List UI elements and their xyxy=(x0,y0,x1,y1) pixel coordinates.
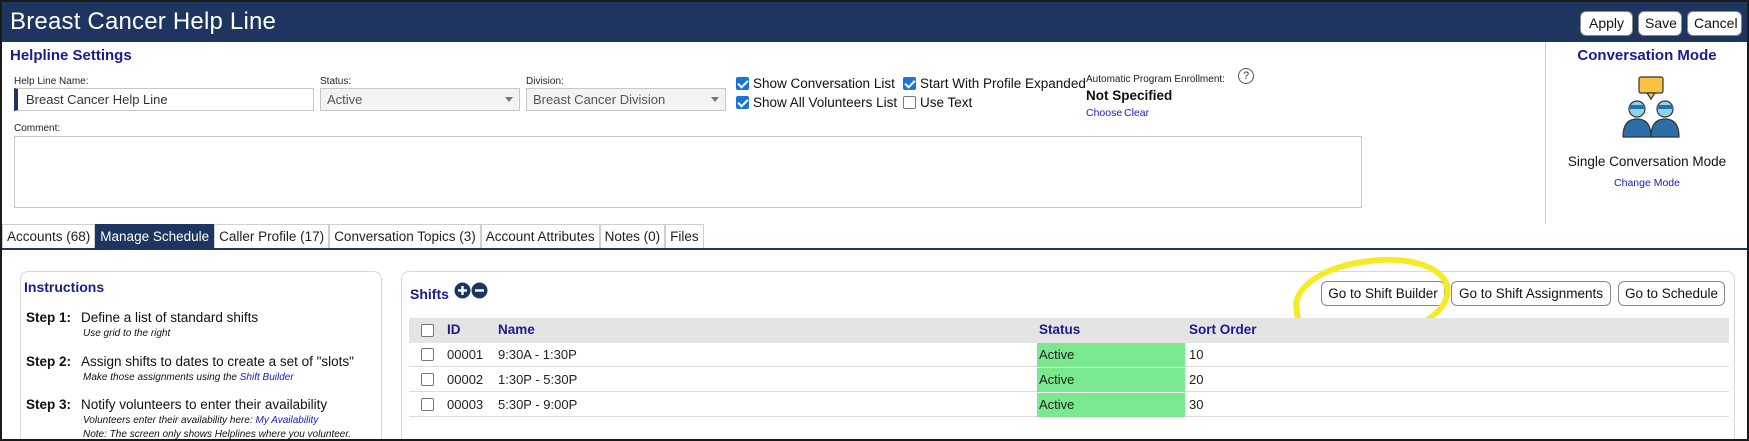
row-checkbox[interactable] xyxy=(421,373,434,386)
cell-name: 5:30P - 9:00P xyxy=(498,397,578,412)
tab-notes[interactable]: Notes (0) xyxy=(599,224,666,249)
cell-id: 00001 xyxy=(447,347,484,362)
step-1-sub: Use grid to the right xyxy=(83,328,171,339)
tab-manage-schedule[interactable]: Manage Schedule xyxy=(95,224,215,249)
cell-id: 00003 xyxy=(447,397,484,412)
cell-name: 9:30A - 1:30P xyxy=(498,347,577,362)
row-checkbox[interactable] xyxy=(421,348,434,361)
status-badge: Active xyxy=(1037,343,1185,367)
tab-files[interactable]: Files xyxy=(665,224,704,249)
my-availability-link[interactable]: My Availability xyxy=(256,415,319,426)
table-row[interactable]: 00003 5:30P - 9:00P Active 30 xyxy=(409,393,1729,417)
conversation-mode-panel: Conversation Mode Single Conversation Mo… xyxy=(1545,42,1747,224)
enrollment-value: Not Specified xyxy=(1086,88,1173,103)
checkbox-checked[interactable] xyxy=(736,96,749,109)
step-3-label: Step 3: xyxy=(26,397,72,412)
select-all-checkbox[interactable] xyxy=(421,324,434,337)
column-header-id[interactable]: ID xyxy=(447,322,461,337)
show-conversation-list-checkbox[interactable]: Show Conversation List xyxy=(736,76,895,91)
settings-title: Helpline Settings xyxy=(10,47,132,64)
enrollment-choose-link[interactable]: Choose xyxy=(1086,107,1122,119)
table-row[interactable]: 00002 1:30P - 5:30P Active 20 xyxy=(409,368,1729,392)
show-all-volunteers-list-checkbox[interactable]: Show All Volunteers List xyxy=(736,95,897,110)
use-text-checkbox[interactable]: Use Text xyxy=(903,95,972,110)
tab-bar: Accounts (68) Manage Schedule Caller Pro… xyxy=(2,224,704,249)
tab-divider xyxy=(2,248,1747,250)
help-line-name-label: Help Line Name: xyxy=(14,76,89,87)
start-with-profile-expanded-checkbox[interactable]: Start With Profile Expanded xyxy=(903,76,1086,91)
enrollment-label: Automatic Program Enrollment: xyxy=(1086,74,1225,85)
cell-sort-order: 30 xyxy=(1189,397,1204,412)
comment-label: Comment: xyxy=(14,123,61,134)
question-circle-icon[interactable]: ? xyxy=(1238,68,1254,84)
cell-status: Active xyxy=(1039,372,1075,387)
chevron-down-icon xyxy=(711,97,719,102)
tab-conversation-topics[interactable]: Conversation Topics (3) xyxy=(329,224,481,249)
comment-textarea[interactable] xyxy=(14,136,1362,208)
row-checkbox[interactable] xyxy=(421,398,434,411)
step-3-note: Note: The screen only shows Helplines wh… xyxy=(83,429,352,439)
window-title: Breast Cancer Help Line xyxy=(10,8,277,35)
step-3-sub: Volunteers enter their availability here… xyxy=(83,415,319,426)
step-2-sub: Make those assignments using the Shift B… xyxy=(83,372,294,383)
cancel-button[interactable]: Cancel xyxy=(1687,11,1742,36)
step-1-label: Step 1: xyxy=(26,310,72,325)
division-label: Division: xyxy=(526,76,564,87)
instructions-title: Instructions xyxy=(24,279,105,295)
enrollment-clear-link[interactable]: Clear xyxy=(1124,107,1149,119)
status-badge: Active xyxy=(1037,368,1185,392)
checkbox-checked[interactable] xyxy=(736,77,749,90)
save-button[interactable]: Save xyxy=(1638,11,1682,36)
cell-status: Active xyxy=(1039,397,1075,412)
step-2-text: Assign shifts to dates to create a set o… xyxy=(81,354,354,369)
column-header-name[interactable]: Name xyxy=(498,322,535,337)
step-1-text: Define a list of standard shifts xyxy=(81,310,259,325)
cell-id: 00002 xyxy=(447,372,484,387)
cell-status: Active xyxy=(1039,347,1075,362)
tab-account-attributes[interactable]: Account Attributes xyxy=(480,224,600,249)
checkbox-label: Show All Volunteers List xyxy=(753,95,898,110)
add-remove-shift-icons xyxy=(454,282,488,299)
checkbox-checked[interactable] xyxy=(903,77,916,90)
app-window: Breast Cancer Help Line Apply Save Cance… xyxy=(2,2,1747,439)
checkbox-label: Use Text xyxy=(920,95,973,110)
conversation-mode-text: Single Conversation Mode xyxy=(1567,154,1727,169)
step-2-label: Step 2: xyxy=(26,354,72,369)
shift-builder-link[interactable]: Shift Builder xyxy=(240,372,294,383)
checkbox-label: Show Conversation List xyxy=(753,76,895,91)
column-header-sort-order[interactable]: Sort Order xyxy=(1189,322,1257,337)
go-to-schedule-button[interactable]: Go to Schedule xyxy=(1618,281,1725,306)
cell-name: 1:30P - 5:30P xyxy=(498,372,578,387)
two-users-chat-icon xyxy=(1622,76,1680,138)
division-select[interactable]: Breast Cancer Division xyxy=(526,88,726,111)
plus-circle-icon[interactable] xyxy=(454,282,471,299)
status-select-value: Active xyxy=(327,92,363,107)
minus-circle-icon[interactable] xyxy=(471,282,488,299)
tab-caller-profile[interactable]: Caller Profile (17) xyxy=(214,224,330,249)
shifts-grid-header: ID Name Status Sort Order xyxy=(409,318,1729,343)
division-select-value: Breast Cancer Division xyxy=(533,92,666,107)
apply-button[interactable]: Apply xyxy=(1580,11,1633,36)
status-label: Status: xyxy=(320,76,352,87)
tab-accounts[interactable]: Accounts (68) xyxy=(2,224,96,249)
checkbox-label: Start With Profile Expanded xyxy=(920,76,1086,91)
column-header-status[interactable]: Status xyxy=(1039,322,1080,337)
conversation-mode-title: Conversation Mode xyxy=(1577,47,1717,64)
cell-sort-order: 10 xyxy=(1189,347,1204,362)
checkbox-unchecked[interactable] xyxy=(903,96,916,109)
title-bar: Breast Cancer Help Line Apply Save Cance… xyxy=(2,2,1747,42)
status-select[interactable]: Active xyxy=(320,88,520,111)
table-row[interactable]: 00001 9:30A - 1:30P Active 10 xyxy=(409,343,1729,367)
go-to-shift-assignments-button[interactable]: Go to Shift Assignments xyxy=(1451,281,1611,306)
shifts-title: Shifts xyxy=(410,286,449,302)
change-mode-link[interactable]: Change Mode xyxy=(1614,177,1680,189)
step-3-text: Notify volunteers to enter their availab… xyxy=(81,397,328,412)
status-badge: Active xyxy=(1037,393,1185,417)
chevron-down-icon xyxy=(505,97,513,102)
help-line-name-input[interactable]: Breast Cancer Help Line xyxy=(14,88,314,111)
cell-sort-order: 20 xyxy=(1189,372,1204,387)
